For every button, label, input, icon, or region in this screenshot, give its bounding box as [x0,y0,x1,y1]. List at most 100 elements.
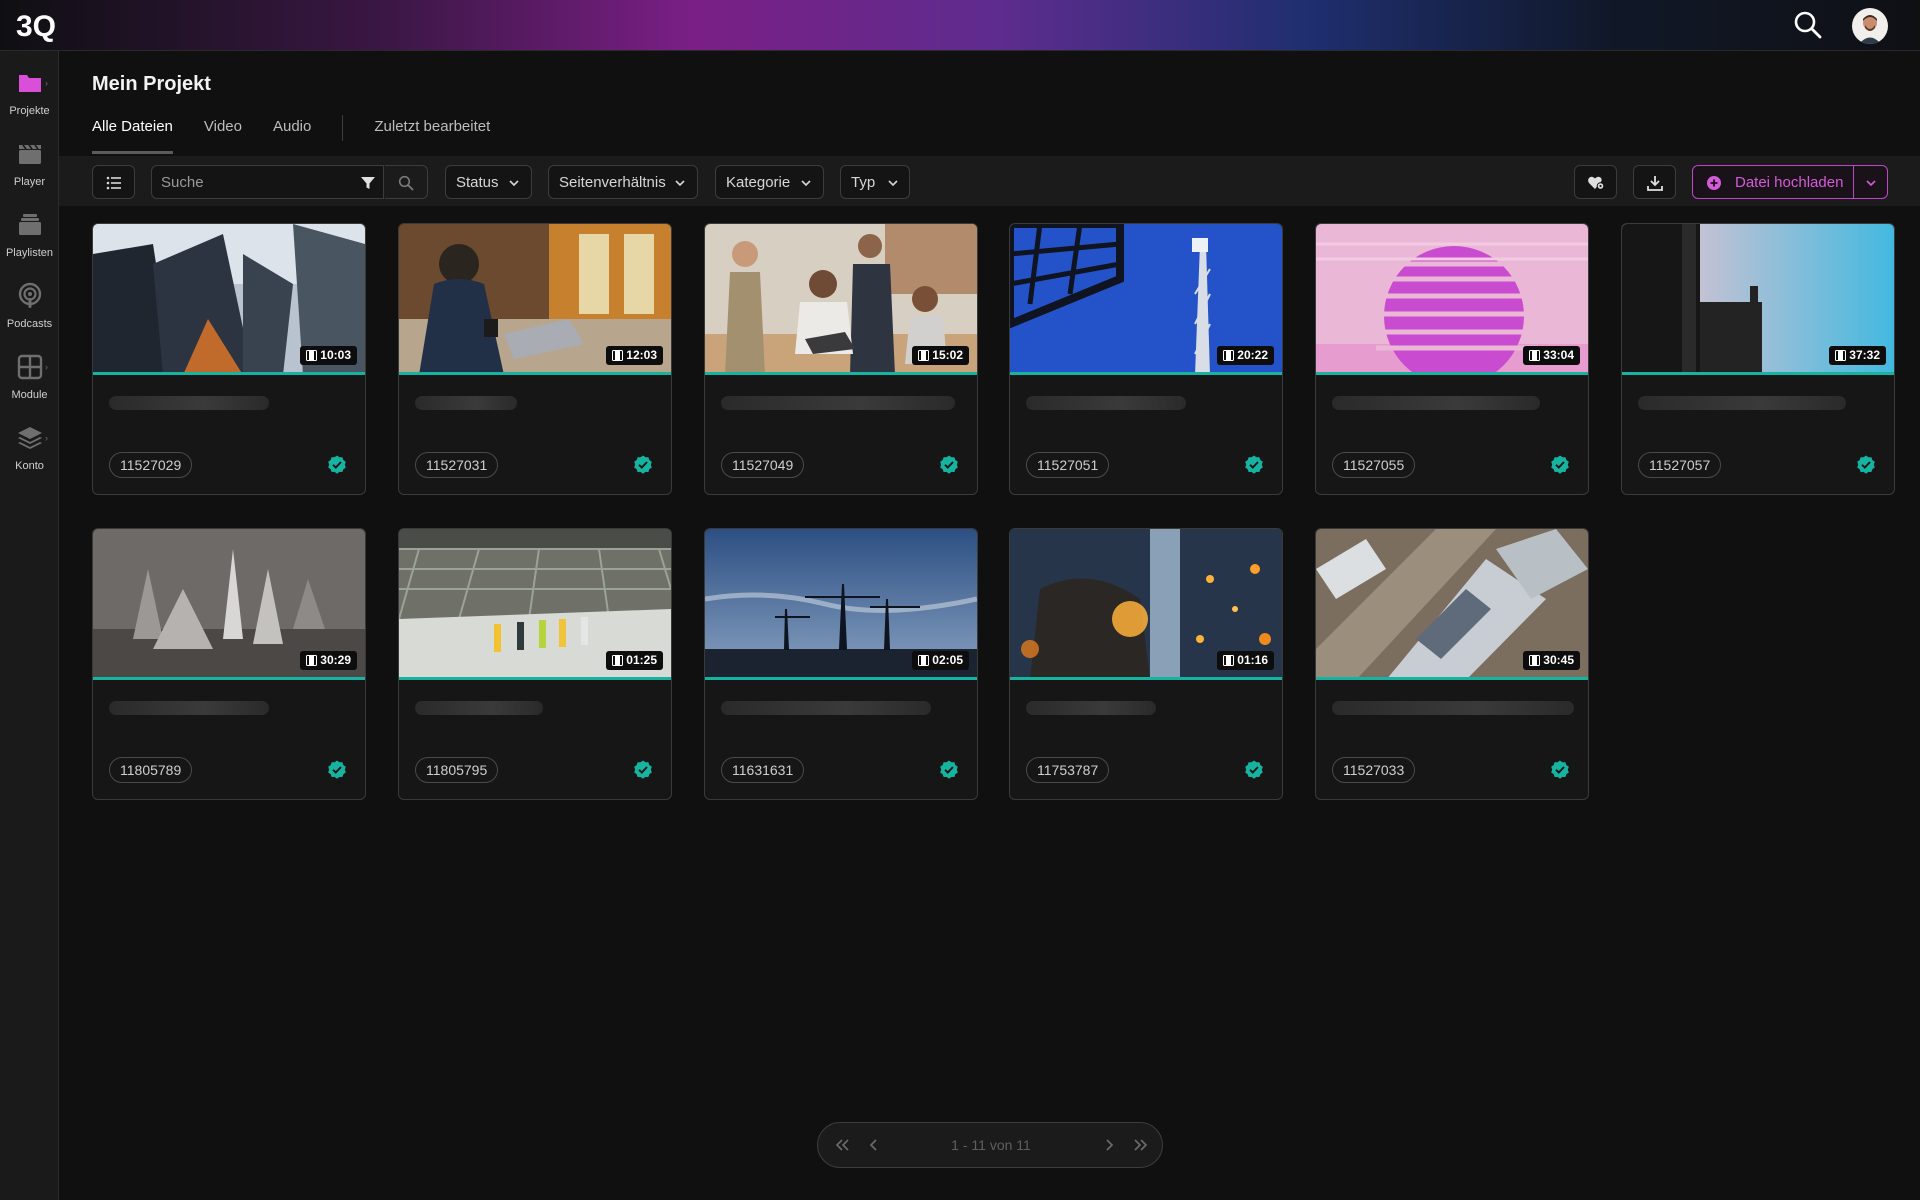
duration-badge: 30:29 [300,651,357,670]
file-card[interactable]: 37:32 11527057 [1621,223,1895,495]
dropdown-label: Kategorie [726,174,791,191]
duration-badge: 12:03 [606,346,663,365]
film-icon [306,350,317,361]
next-page-icon[interactable] [1100,1136,1118,1154]
sidebar-item-konto[interactable]: › Konto [0,418,59,478]
tab-bar: Alle Dateien Video Audio Zuletzt bearbei… [92,115,521,156]
file-id-badge: 11527049 [721,452,805,478]
stack-icon [19,214,41,235]
file-card[interactable]: 15:02 11527049 [704,223,978,495]
verified-check-icon [1244,455,1264,475]
file-card[interactable]: 20:22 11527051 [1009,223,1283,495]
aspect-ratio-filter-dropdown[interactable]: Seitenverhältnis [548,165,698,199]
title-skeleton [415,396,517,410]
film-icon [1835,350,1846,361]
progress-line [1010,677,1282,680]
verified-check-icon [633,760,653,780]
download-icon [1647,176,1663,191]
chevron-down-icon[interactable] [1865,177,1877,189]
file-id-badge: 11753787 [1026,757,1110,783]
sidebar: › Projekte Player Playlisten Podcasts › … [0,51,59,1200]
title-skeleton [1026,701,1156,715]
film-icon [1223,350,1234,361]
duration-badge: 33:04 [1523,346,1580,365]
sidebar-item-label: Module [11,389,48,401]
file-card[interactable]: 01:25 11805795 [398,528,672,800]
video-thumbnail: 01:25 [399,529,671,680]
category-filter-dropdown[interactable]: Kategorie [715,165,824,199]
video-thumbnail: 02:05 [705,529,977,680]
page-title: Mein Projekt [92,73,211,95]
sidebar-item-label: Podcasts [6,318,53,330]
film-icon [1529,655,1540,666]
film-icon [612,350,623,361]
progress-line [1316,372,1588,375]
duration-badge: 15:02 [912,346,969,365]
clapperboard-icon [19,144,41,164]
file-id-badge: 11527057 [1638,452,1722,478]
file-card[interactable]: 33:04 11527055 [1315,223,1589,495]
chevron-down-icon [888,180,898,187]
chevron-down-icon [509,180,519,187]
top-bar: 3Q [0,0,1920,51]
sidebar-item-playlisten[interactable]: Playlisten [0,205,59,265]
file-id-badge: 11805789 [109,757,193,783]
duration-badge: 01:16 [1217,651,1274,670]
last-page-icon[interactable] [1132,1136,1150,1154]
video-thumbnail: 37:32 [1622,224,1894,375]
sidebar-item-label: Projekte [9,105,50,117]
verified-check-icon [327,760,347,780]
tab-video[interactable]: Video [204,118,242,151]
title-skeleton [109,701,269,715]
search-input[interactable]: Suche [151,165,384,199]
verified-check-icon [1550,760,1570,780]
title-skeleton [1332,701,1574,715]
favorites-button[interactable] [1574,165,1617,199]
progress-line [705,677,977,680]
list-view-button[interactable] [92,165,135,199]
user-avatar[interactable] [1852,8,1888,44]
progress-line [399,372,671,375]
sidebar-item-player[interactable]: Player [0,134,59,194]
file-id-badge: 11527033 [1332,757,1416,783]
progress-line [1622,372,1894,375]
file-card[interactable]: 10:03 11527029 [92,223,366,495]
tab-zuletzt-bearbeitet[interactable]: Zuletzt bearbeitet [374,118,490,151]
logo-text: 3Q [16,10,56,42]
split-divider [1853,166,1854,198]
search-icon[interactable] [1793,10,1823,40]
download-button[interactable] [1633,165,1676,199]
file-card[interactable]: 30:45 11527033 [1315,528,1589,800]
tab-audio[interactable]: Audio [273,118,311,151]
filter-icon[interactable] [360,175,376,191]
progress-line [399,677,671,680]
sidebar-item-podcasts[interactable]: Podcasts [0,276,59,336]
chevron-right-icon: › [45,362,48,372]
app-logo[interactable]: 3Q [16,8,76,42]
dropdown-label: Seitenverhältnis [559,174,666,191]
duration-badge: 37:32 [1829,346,1886,365]
video-thumbnail: 10:03 [93,224,365,375]
sidebar-item-projekte[interactable]: › Projekte [0,63,59,123]
video-thumbnail: 30:45 [1316,529,1588,680]
status-filter-dropdown[interactable]: Status [445,165,532,199]
verified-check-icon [1244,760,1264,780]
chevron-down-icon [675,180,685,187]
chevron-right-icon: › [45,78,48,88]
file-card[interactable]: 30:29 11805789 [92,528,366,800]
file-id-badge: 11631631 [721,757,805,783]
file-card[interactable]: 02:05 11631631 [704,528,978,800]
video-thumbnail: 15:02 [705,224,977,375]
file-card[interactable]: 12:03 11527031 [398,223,672,495]
upload-file-button[interactable]: Datei hochladen [1692,165,1888,199]
tab-divider [342,115,344,141]
file-card[interactable]: 01:16 11753787 [1009,528,1283,800]
verified-check-icon [633,455,653,475]
search-button[interactable] [385,165,428,199]
duration-badge: 01:25 [606,651,663,670]
tab-alle-dateien[interactable]: Alle Dateien [92,118,173,154]
film-icon [612,655,623,666]
type-filter-dropdown[interactable]: Typ [840,165,910,199]
sidebar-item-module[interactable]: › Module [0,347,59,407]
search-icon [398,175,414,191]
